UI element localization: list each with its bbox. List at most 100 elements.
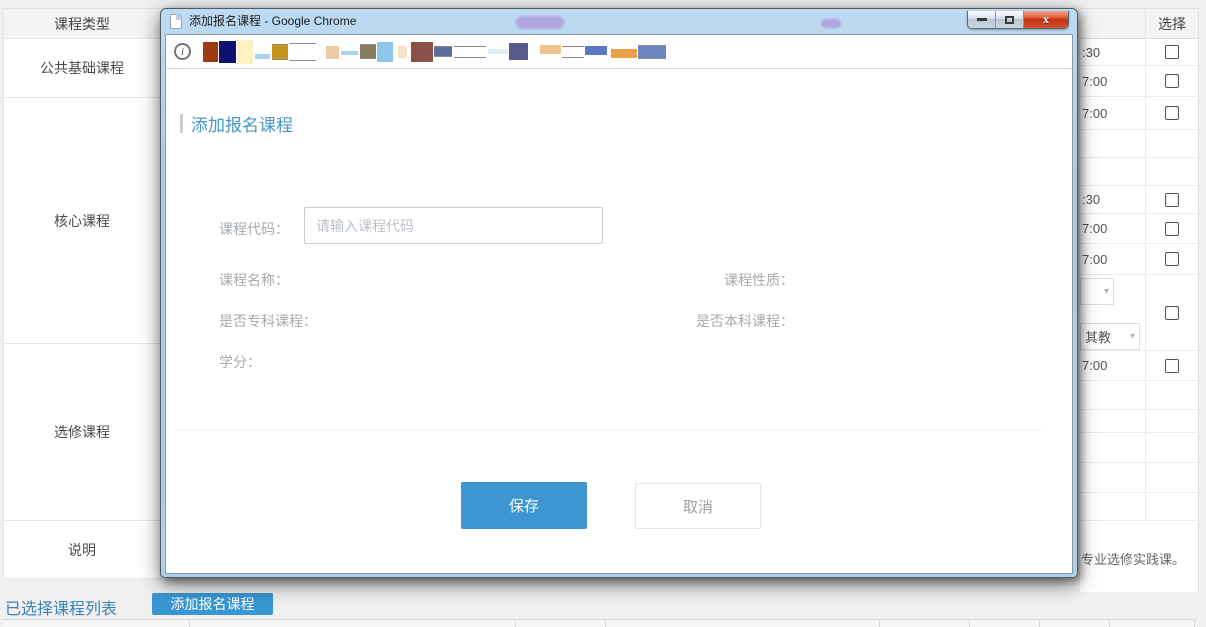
- select-cell: [1146, 214, 1198, 243]
- redacted-url-block: [638, 45, 666, 59]
- course-type-cell: 核心课程: [4, 98, 160, 344]
- course-mini-select[interactable]: ▾: [1080, 278, 1114, 305]
- selected-course-list-title: 已选择课程列表: [5, 595, 117, 619]
- course-nature-label: 课程性质：: [724, 270, 794, 290]
- course-type-table: 课程类型 公共基础课程 核心课程 选修课程 说明: [3, 8, 160, 578]
- select-cell: [1146, 66, 1198, 96]
- redacted-url-block: [411, 42, 433, 62]
- session-time-cell: [1080, 410, 1146, 432]
- bottom-table-cell: [606, 620, 880, 627]
- table-row: [1080, 130, 1198, 158]
- minimize-button[interactable]: [968, 11, 996, 28]
- session-time-text: :30: [1082, 192, 1100, 207]
- course-mini-select[interactable]: 其教 ▾: [1080, 323, 1140, 350]
- select-cell: [1146, 410, 1198, 432]
- session-time-cell: ▾ 其教 ▾: [1080, 275, 1146, 350]
- window-titlebar[interactable]: 添加报名课程 - Google Chrome x: [161, 9, 1077, 34]
- redacted-url-block: [272, 44, 288, 60]
- is-bachelor-label: 是否本科课程：: [696, 311, 794, 331]
- row-checkbox[interactable]: [1165, 252, 1179, 266]
- selected-course-table-header: [3, 619, 1196, 627]
- row-checkbox[interactable]: [1165, 306, 1179, 320]
- row-checkbox[interactable]: [1165, 222, 1179, 236]
- table-row: [1080, 158, 1198, 186]
- page-info-icon[interactable]: i: [174, 43, 191, 60]
- redacted-url-block: [377, 42, 393, 62]
- select-cell: [1146, 158, 1198, 185]
- select-cell: [1146, 463, 1198, 492]
- mini-select-value: 其教: [1085, 327, 1111, 346]
- select-cell: [1146, 351, 1198, 380]
- course-type-cell: 选修课程: [4, 344, 160, 521]
- redacted-url-block: [326, 46, 339, 59]
- select-cell: [1146, 493, 1198, 520]
- select-column-header: 选择: [1146, 9, 1198, 38]
- session-time-cell: [1080, 158, 1146, 185]
- redacted-url-block: [454, 46, 486, 58]
- redacted-url: [197, 35, 666, 68]
- session-time-cell: :30: [1080, 39, 1146, 65]
- table-row: 7:00: [1080, 214, 1198, 244]
- maximize-icon: [1005, 16, 1014, 24]
- add-course-form: 添加报名课程 课程代码： 课程名称： 课程性质： 是否专科课程： 是否本科课程：…: [166, 69, 1072, 574]
- select-cell: [1146, 186, 1198, 213]
- bottom-table-cell: [970, 620, 1040, 627]
- session-time-cell: [1080, 493, 1146, 520]
- bottom-table-cell: [516, 620, 606, 627]
- table-row: 7:00: [1080, 351, 1198, 381]
- save-button[interactable]: 保存: [461, 482, 587, 529]
- session-time-text: 7:00: [1082, 252, 1107, 267]
- session-time-cell: [1080, 130, 1146, 157]
- session-time-cell: 7:00: [1080, 244, 1146, 274]
- cancel-button[interactable]: 取消: [635, 483, 761, 529]
- row-checkbox[interactable]: [1165, 106, 1179, 120]
- redacted-url-block: [488, 49, 508, 54]
- session-time-cell: :30: [1080, 186, 1146, 213]
- bottom-table-cell: [3, 620, 190, 627]
- browser-window-body: i 添加报名课程 课程代码： 课程名称： 课程性质： 是否专科课程： 是否本科课…: [165, 34, 1073, 574]
- redacted-url-block: [562, 46, 584, 58]
- course-code-input[interactable]: [304, 207, 603, 244]
- table-row: [1080, 433, 1198, 463]
- chrome-popup-window: 添加报名课程 - Google Chrome x i 添加报名课程 课程代码： …: [160, 8, 1078, 578]
- form-heading-text: 添加报名课程: [191, 111, 293, 136]
- row-checkbox[interactable]: [1165, 359, 1179, 373]
- table-row: [1080, 381, 1198, 410]
- table-row: [1080, 463, 1198, 493]
- session-time-text: 7:00: [1082, 74, 1107, 89]
- redacted-url-block: [611, 49, 637, 58]
- row-checkbox[interactable]: [1165, 45, 1179, 59]
- table-row: 7:00: [1080, 66, 1198, 97]
- row-checkbox[interactable]: [1165, 193, 1179, 207]
- table-row: :30: [1080, 39, 1198, 66]
- window-title: 添加报名课程 - Google Chrome: [189, 9, 356, 34]
- redacted-blob: [516, 16, 564, 29]
- redacted-url-block: [290, 43, 316, 61]
- bottom-table-cell: [1110, 620, 1195, 627]
- course-name-label: 课程名称：: [219, 270, 289, 290]
- redacted-url-block: [255, 54, 270, 59]
- chevron-down-icon: ▾: [1130, 331, 1135, 342]
- minimize-icon: [977, 18, 987, 21]
- session-time-cell: [1080, 381, 1146, 409]
- is-junior-college-label: 是否专科课程：: [219, 311, 317, 331]
- session-time-text: 7:00: [1082, 106, 1107, 121]
- session-time-cell: [1080, 433, 1146, 462]
- browser-toolbar: i: [166, 35, 1072, 69]
- session-time-cell: [1080, 463, 1146, 492]
- maximize-button[interactable]: [996, 11, 1024, 28]
- close-button[interactable]: x: [1024, 11, 1068, 28]
- table-row: [1080, 493, 1198, 521]
- redacted-url-block: [398, 46, 407, 58]
- session-time-text: 7:00: [1082, 221, 1107, 236]
- bottom-table-cell: [880, 620, 970, 627]
- table-row: :30: [1080, 186, 1198, 214]
- table-header-row: 选择: [1080, 9, 1198, 39]
- table-row: 7:00: [1080, 244, 1198, 275]
- session-time-cell: 7:00: [1080, 214, 1146, 243]
- page-doc-icon: [170, 14, 182, 29]
- row-checkbox[interactable]: [1165, 74, 1179, 88]
- course-type-header: 课程类型: [4, 9, 160, 39]
- form-separator: [176, 429, 1042, 430]
- add-course-button[interactable]: 添加报名课程: [152, 593, 273, 615]
